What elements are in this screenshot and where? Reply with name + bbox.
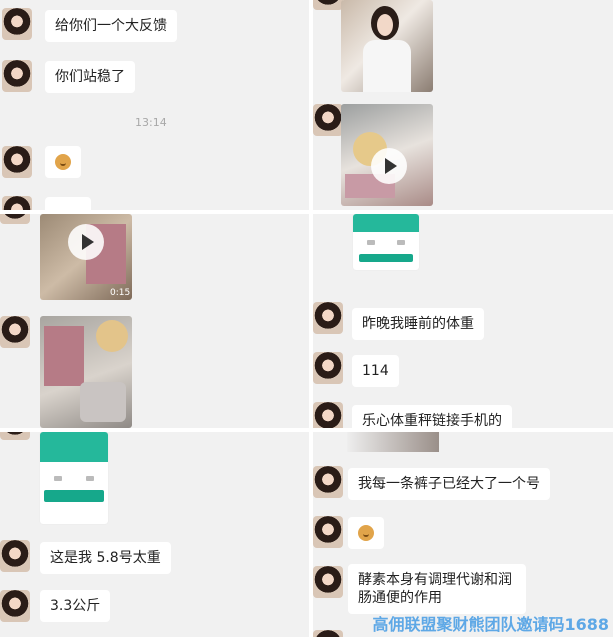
avatar[interactable]	[2, 60, 32, 92]
chat-panel-middle-right: 昨晚我睡前的体重 114 乐心体重秤链接手机的	[313, 214, 613, 428]
product-photo[interactable]	[40, 316, 132, 428]
avatar[interactable]	[0, 590, 30, 622]
app-header	[40, 432, 108, 462]
message-bubble: 酵素本身有调理代谢和润肠通便的作用	[348, 564, 526, 614]
chat-panel-bottom-right: 我每一条裤子已经大了一个号 酵素本身有调理代谢和润肠通便的作用	[313, 432, 613, 637]
message-bubble: 你们站稳了	[45, 61, 135, 93]
app-header	[353, 214, 419, 232]
avatar[interactable]	[313, 466, 343, 498]
emoji-bubble	[348, 517, 384, 549]
smile-emoji-icon	[358, 525, 374, 541]
app-progress-bar	[44, 490, 104, 502]
watermark: 高佣联盟聚财熊团队邀请码1688	[372, 615, 609, 634]
avatar[interactable]	[0, 316, 30, 348]
avatar[interactable]	[313, 104, 343, 136]
avatar[interactable]	[2, 146, 32, 178]
emoji-bubble	[45, 146, 81, 178]
smile-emoji-icon	[55, 154, 71, 170]
avatar[interactable]	[313, 0, 343, 10]
chat-panel-top-left: 给你们一个大反馈 你们站稳了 13:14	[0, 0, 309, 210]
message-bubble: 昨晚我睡前的体重	[352, 308, 484, 340]
video-duration: 0:15	[110, 288, 131, 298]
avatar[interactable]	[0, 540, 30, 572]
message-bubble: 3.3公斤	[40, 590, 111, 622]
avatar[interactable]	[2, 196, 32, 210]
avatar[interactable]	[0, 432, 30, 440]
video-thumbnail[interactable]: 0:15	[40, 214, 132, 300]
avatar[interactable]	[313, 630, 343, 637]
panel-divider	[0, 428, 613, 432]
play-icon[interactable]	[371, 148, 407, 184]
play-icon[interactable]	[68, 224, 104, 260]
avatar[interactable]	[313, 402, 343, 428]
scale-app-screenshot[interactable]	[40, 432, 108, 524]
message-bubble	[45, 197, 91, 210]
app-stat	[397, 240, 405, 245]
message-bubble: 给你们一个大反馈	[45, 10, 177, 42]
message-bubble: 我每一条裤子已经大了一个号	[348, 468, 550, 500]
video-thumbnail[interactable]	[341, 104, 433, 206]
app-stat	[367, 240, 375, 245]
avatar[interactable]	[2, 8, 32, 40]
avatar[interactable]	[313, 516, 343, 548]
avatar[interactable]	[0, 214, 30, 224]
message-bubble: 114	[352, 355, 399, 387]
avatar[interactable]	[313, 352, 343, 384]
chat-timestamp: 13:14	[135, 116, 167, 129]
image-fragment	[347, 432, 439, 452]
panel-divider	[0, 210, 613, 214]
app-progress-bar	[359, 254, 413, 262]
scale-app-screenshot[interactable]	[353, 214, 419, 270]
avatar[interactable]	[313, 302, 343, 334]
chat-panel-middle-left: 0:15	[0, 214, 309, 428]
app-stat	[54, 476, 62, 481]
message-bubble: 乐心体重秤链接手机的	[352, 405, 512, 428]
panel-divider	[309, 0, 313, 637]
selfie-photo[interactable]	[341, 0, 433, 92]
chat-panel-top-right	[313, 0, 613, 210]
avatar[interactable]	[313, 566, 343, 598]
message-bubble: 这是我 5.8号太重	[40, 542, 171, 574]
chat-panel-bottom-left: 这是我 5.8号太重 3.3公斤	[0, 432, 309, 637]
app-stat	[86, 476, 94, 481]
